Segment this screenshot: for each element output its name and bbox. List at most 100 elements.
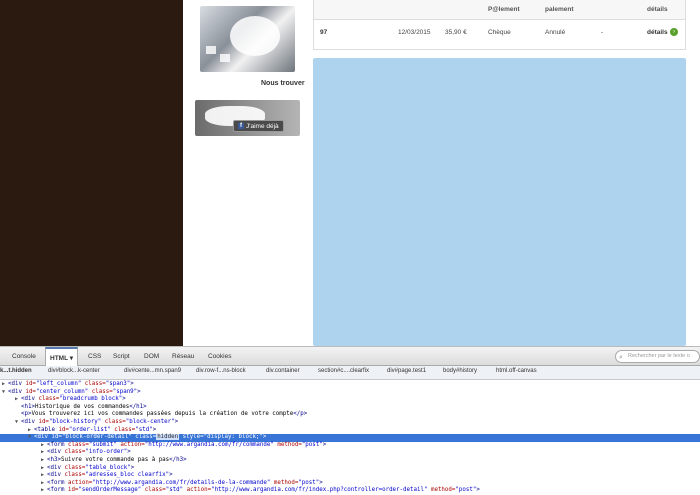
tab-network[interactable]: Réseau [168, 347, 198, 366]
html-token: <div [47, 464, 65, 471]
center-column: P@lement palement détails 97 12/03/2015 … [313, 0, 700, 346]
html-token: > [152, 426, 157, 433]
html-tree-node[interactable]: ▶ <form action="http://www.argandia.com/f… [0, 480, 700, 488]
html-token: Vous trouverez ici vos commandes passées… [31, 411, 294, 418]
html-token: class= [141, 487, 166, 494]
html-tree-node[interactable]: ▶ <div class="breadcrumb block"> [0, 396, 700, 404]
tab-dom[interactable]: DOM [140, 347, 163, 366]
html-tree-node-selected[interactable]: ▼ <div id="block-order-detail" class=hidd… [0, 434, 700, 442]
invoice-cell: - [601, 29, 604, 36]
order-date: 12/03/2015 [398, 29, 431, 36]
store-photo[interactable] [200, 6, 295, 72]
html-token: action= [67, 479, 93, 486]
breadcrumb-item[interactable]: body#history [443, 368, 477, 374]
html-token: "span9" [112, 388, 138, 395]
order-amount: 35,90 € [445, 29, 467, 36]
tab-console[interactable]: Console [8, 347, 40, 366]
devtools-panel: Console HTML ▾ CSS Script DOM Réseau Coo… [0, 346, 700, 494]
html-token: "span3" [105, 381, 131, 387]
column-header: P@lement [488, 6, 520, 13]
html-token: > [130, 464, 135, 471]
html-token: id= [25, 388, 36, 395]
html-token: class= [101, 419, 126, 425]
html-token: <form [47, 487, 68, 494]
html-token: class= [64, 449, 86, 456]
html-token: <div [21, 396, 39, 403]
html-token: "post" [298, 479, 320, 486]
html-token: "order-list" [68, 426, 111, 433]
chevron-down-icon[interactable]: ▾ [70, 355, 73, 362]
html-token: <form [47, 441, 68, 448]
breadcrumb-item[interactable]: div#cente...mn.span9 [124, 368, 181, 374]
details-link[interactable]: détails [647, 29, 668, 36]
html-token: Historique de vos commandes [34, 403, 130, 410]
html-token: <h1> [21, 403, 35, 410]
order-list-table: P@lement palement détails 97 12/03/2015 … [313, 0, 686, 50]
table-header: P@lement palement détails [314, 0, 685, 20]
breadcrumb-item[interactable]: section#c....clearfix [318, 368, 369, 374]
column-header: palement [545, 6, 574, 13]
facebook-like-button[interactable]: f J'aime déjà [233, 120, 284, 132]
html-token: <p> [21, 411, 32, 418]
arrow-right-icon[interactable]: › [670, 28, 678, 36]
find-us-heading[interactable]: Nous trouver [261, 80, 305, 87]
table-row[interactable]: 97 12/03/2015 35,90 € Chèque Annulé - dé… [314, 21, 685, 45]
html-tree-node[interactable]: ▶ <div class="table_block"> [0, 465, 700, 473]
devtools-search-input[interactable]: ⌕ Rechercher par le texte o [615, 350, 700, 363]
html-tree-node[interactable]: <p>Vous trouverez ici vos commandes pass… [0, 411, 700, 419]
breadcrumb-item[interactable]: div.row-f...ns-block [196, 368, 246, 374]
html-token: <div [47, 472, 65, 479]
html-token: id= [58, 426, 69, 433]
html-token: class= [67, 441, 89, 448]
html-token: "info-order" [85, 449, 128, 456]
html-token: "left_column" [35, 381, 82, 387]
facebook-like-label: J'aime déjà [246, 122, 279, 130]
tab-script[interactable]: Script [109, 347, 134, 366]
html-tree-node[interactable]: ▶ <table id="order-list" class="std"> [0, 427, 700, 435]
html-tree-node[interactable]: ▶ <div class="adresses_bloc clearfix"> [0, 472, 700, 480]
html-token: "block-history" [48, 419, 102, 425]
breadcrumb-item[interactable]: div#page.test1 [387, 368, 426, 374]
breadcrumb-item[interactable]: k...t.hidden [0, 368, 32, 374]
html-token: <div [47, 449, 65, 456]
breadcrumb-item[interactable]: html.off-canvas [496, 368, 537, 374]
payment-method: Chèque [488, 29, 511, 36]
tab-html[interactable]: HTML ▾ [45, 347, 79, 366]
search-placeholder: Rechercher par le texte o [628, 353, 690, 359]
tab-css[interactable]: CSS [84, 347, 105, 366]
html-token: action= [183, 487, 212, 494]
html-token: style= [179, 434, 204, 441]
html-token: > [130, 381, 134, 387]
html-tree-node[interactable]: ▶ <form class="submit" action="http://www… [0, 442, 700, 450]
html-token: "post" [301, 441, 323, 448]
html-token: "std" [165, 487, 184, 494]
html-tree-node[interactable]: ▶ <h3>Suivre votre commande pas à pas</h3… [0, 457, 700, 465]
html-tree-node[interactable]: ▼ <div id="center_column" class="span9"> [0, 389, 700, 397]
html-token: id= [67, 487, 79, 494]
breadcrumb-item[interactable]: div.container [266, 368, 300, 374]
column-header: détails [647, 6, 668, 13]
page-viewport: Nous trouver f J'aime déjà P@lement pale… [0, 0, 700, 346]
html-token: class= [131, 434, 157, 441]
html-token: id= [25, 381, 36, 387]
html-token: "http://www.argandia.com/fr/details-de-l… [92, 479, 271, 486]
html-token: <div [21, 419, 39, 425]
html-token: "block-order-detail" [61, 434, 132, 441]
order-ref: 97 [320, 29, 328, 36]
html-token: > [122, 396, 126, 403]
html-token: > [319, 479, 323, 486]
order-status: Annulé [545, 29, 566, 36]
tab-cookies[interactable]: Cookies [204, 347, 235, 366]
html-tree-node[interactable]: ▶ <div id="left_column" class="span3"> [0, 381, 700, 389]
html-token: > [174, 419, 179, 425]
html-token: "center_column" [35, 388, 89, 395]
html-token: <div [34, 434, 52, 441]
breadcrumb: k...t.hidden div#block...k-center div#ce… [0, 366, 700, 380]
html-token: class= [38, 396, 60, 403]
html-token: method= [270, 479, 299, 486]
html-token: > [169, 472, 173, 479]
html-token: action= [116, 441, 145, 448]
html-tree-node[interactable]: ▼ <div id="block-history" class="block-ce… [0, 419, 700, 427]
breadcrumb-item[interactable]: div#block...k-center [48, 368, 100, 374]
html-tree-node[interactable]: ▶ <div class="info-order"> [0, 449, 700, 457]
